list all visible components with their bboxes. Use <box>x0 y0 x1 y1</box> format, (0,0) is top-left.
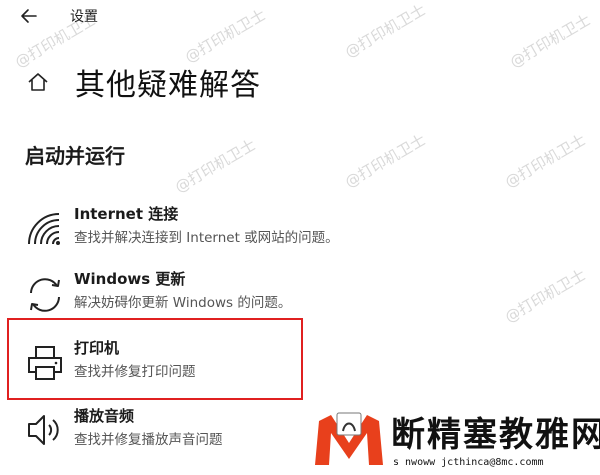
title-bar: 设置 <box>0 0 600 34</box>
item-description: 查找并修复打印问题 <box>74 364 196 380</box>
sync-icon <box>25 273 65 315</box>
back-button[interactable] <box>16 5 42 27</box>
page-header: 其他疑难解答 <box>0 55 600 107</box>
item-description: 解决妨碍你更新 Windows 的问题。 <box>74 295 292 311</box>
page-title: 其他疑难解答 <box>75 68 261 103</box>
speaker-icon <box>25 410 65 452</box>
section-title: 启动并运行 <box>25 144 125 168</box>
window-title: 设置 <box>70 9 98 25</box>
item-name: 打印机 <box>74 339 120 357</box>
item-description: 查找并修复播放声音问题 <box>74 432 223 448</box>
troubleshooter-windows-update[interactable]: Windows 更新 解决妨碍你更新 Windows 的问题。 <box>20 268 390 324</box>
site-logo: 断精塞教雅网 s nwoww jcthinca@8mc.comm <box>305 405 600 475</box>
watermark: @打印机卫士 <box>341 130 429 192</box>
item-name: Internet 连接 <box>74 205 179 223</box>
item-name: 播放音频 <box>74 407 135 425</box>
troubleshooter-internet[interactable]: Internet 连接 查找并解决连接到 Internet 或网站的问题。 <box>20 203 390 259</box>
item-name: Windows 更新 <box>74 270 186 288</box>
watermark: @打印机卫士 <box>171 135 259 197</box>
settings-page: @打印机卫士 @打印机卫士 @打印机卫士 @打印机卫士 @打印机卫士 @打印机卫… <box>0 0 600 475</box>
logo-url: s nwoww jcthinca@8mc.comm <box>393 457 544 468</box>
wifi-icon <box>25 208 65 250</box>
watermark: @打印机卫士 <box>501 265 589 327</box>
troubleshooter-printer[interactable]: 打印机 查找并修复打印问题 <box>20 337 390 393</box>
logo-badge-icon <box>309 407 387 471</box>
printer-icon <box>25 342 65 384</box>
item-description: 查找并解决连接到 Internet 或网站的问题。 <box>74 230 339 246</box>
home-icon[interactable] <box>26 71 50 93</box>
logo-text: 断精塞教雅网 <box>391 415 600 455</box>
back-arrow-icon <box>21 9 37 23</box>
watermark: @打印机卫士 <box>501 130 589 192</box>
